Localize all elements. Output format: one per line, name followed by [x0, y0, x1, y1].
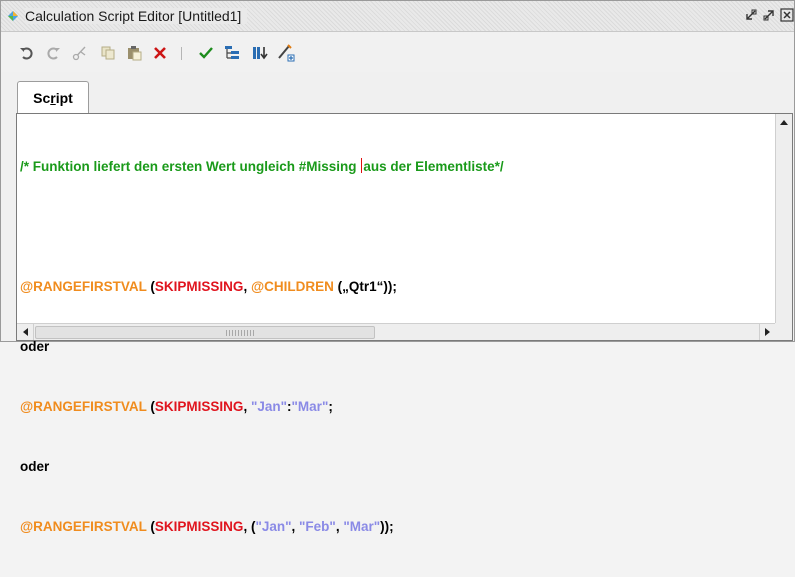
copy-icon[interactable] — [99, 44, 117, 62]
code-area[interactable]: /* Funktion liefert den ersten Wert ungl… — [20, 117, 775, 577]
app-icon — [8, 11, 18, 21]
plain-token: ( — [146, 519, 155, 534]
string-token: "Jan" — [250, 399, 288, 414]
title-bar[interactable]: Calculation Script Editor [Untitled1] — [1, 1, 794, 32]
horizontal-scrollbar[interactable] — [17, 323, 776, 340]
code-line-5: @RANGEFIRSTVAL (SKIPMISSING, "Jan":"Mar"… — [20, 397, 775, 417]
code-line-6: oder — [20, 457, 775, 477]
plain-token: , ( — [243, 519, 256, 534]
function-token: @RANGEFIRSTVAL — [20, 399, 147, 414]
code-line-7: @RANGEFIRSTVAL (SKIPMISSING, ("Jan", "Fe… — [20, 517, 775, 537]
pencil-icon[interactable] — [277, 44, 295, 62]
script-editor[interactable]: /* Funktion liefert den ersten Wert ungl… — [16, 113, 793, 534]
string-token: "Feb" — [299, 519, 336, 534]
plain-token: ( — [146, 399, 155, 414]
paste-icon[interactable] — [125, 44, 143, 62]
calc-script-editor-window: Calculation Script Editor [Untitled1] Sc… — [0, 0, 795, 534]
string-token: "Mar" — [291, 399, 329, 414]
plain-token: ( — [146, 279, 155, 294]
plain-token: („Qtr1“)); — [333, 279, 397, 294]
tab-strip: Sc r ipt — [1, 77, 794, 114]
string-token: "Jan" — [255, 519, 292, 534]
scroll-up-icon[interactable] — [776, 114, 792, 130]
plain-token: )); — [380, 519, 394, 534]
function-token: @CHILDREN — [250, 279, 334, 294]
function-token: @RANGEFIRSTVAL — [20, 519, 147, 534]
plain-token: oder — [20, 459, 50, 474]
plain-token: , — [243, 399, 251, 414]
code-line-4: oder — [20, 337, 775, 357]
tab-script-label-a: Sc — [33, 89, 51, 106]
keyword-token: SKIPMISSING — [154, 279, 244, 294]
scroll-right-icon[interactable] — [759, 324, 776, 340]
undo-icon[interactable] — [17, 44, 35, 62]
delete-icon[interactable] — [151, 44, 169, 62]
plain-token: , — [243, 279, 251, 294]
check-syntax-icon[interactable] — [197, 44, 215, 62]
vertical-scrollbar[interactable] — [775, 114, 792, 324]
string-token: "Mar" — [343, 519, 381, 534]
plain-token: oder — [20, 339, 50, 354]
keyword-token: SKIPMISSING — [154, 519, 244, 534]
insert-icon[interactable] — [251, 44, 269, 62]
plain-token: ; — [328, 399, 333, 414]
tab-script-label-b: ipt — [55, 89, 73, 106]
minimize-icon[interactable] — [762, 8, 776, 22]
code-line-1: /* Funktion liefert den ersten Wert ungl… — [20, 157, 775, 177]
window-controls — [744, 8, 794, 22]
comment-text-rest: aus der Elementliste*/ — [363, 159, 504, 174]
redo-icon[interactable] — [45, 44, 63, 62]
scroll-left-icon[interactable] — [17, 324, 34, 340]
outline-icon[interactable] — [223, 44, 241, 62]
restore-icon[interactable] — [744, 8, 758, 22]
function-token: @RANGEFIRSTVAL — [20, 279, 147, 294]
scroll-thumb[interactable] — [35, 326, 375, 339]
close-icon[interactable] — [780, 8, 794, 22]
tab-script[interactable]: Sc r ipt — [17, 81, 89, 113]
scrollbar-corner — [775, 323, 792, 340]
toolbar — [1, 32, 794, 72]
plain-token: , — [335, 519, 344, 534]
toolbar-separator — [181, 47, 182, 60]
grip-icon — [226, 330, 256, 336]
code-line-3: @RANGEFIRSTVAL (SKIPMISSING, @CHILDREN (… — [20, 277, 775, 297]
cut-icon[interactable] — [71, 44, 89, 62]
keyword-token: SKIPMISSING — [154, 399, 244, 414]
comment-text: /* Funktion liefert den ersten Wert ungl… — [20, 159, 361, 174]
plain-token: , — [291, 519, 300, 534]
window-title: Calculation Script Editor [Untitled1] — [25, 8, 248, 24]
